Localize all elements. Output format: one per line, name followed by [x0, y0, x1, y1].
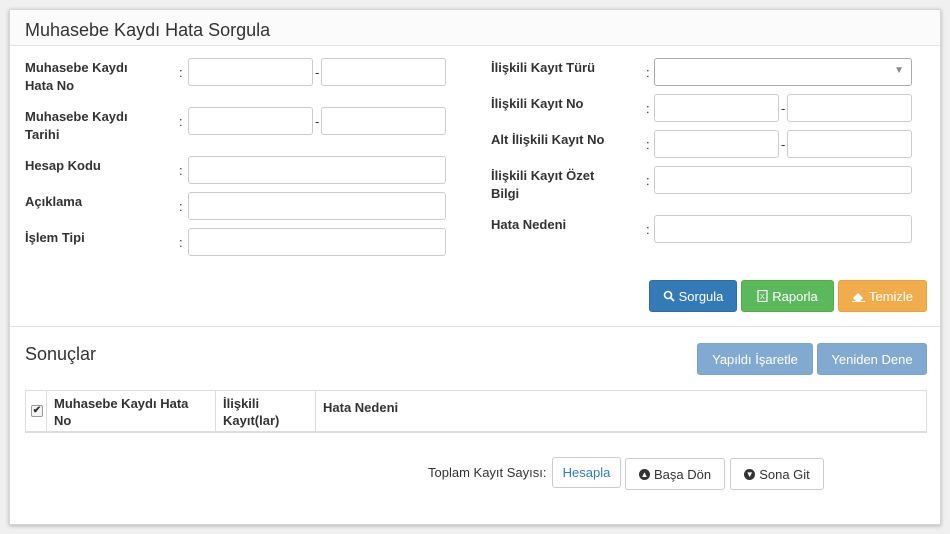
- column-header[interactable]: Muhasebe Kaydı Hata No: [47, 391, 216, 432]
- select-all-checkbox[interactable]: ✔: [31, 405, 43, 417]
- hata-nedeni-label: Hata Nedeni: [491, 217, 567, 232]
- page-title: Muhasebe Kaydı Hata Sorgula: [25, 20, 271, 40]
- hata-no-end-input[interactable]: [321, 58, 446, 86]
- alt-kayit-no-start-input[interactable]: [654, 130, 779, 158]
- panel-header: Muhasebe Kaydı Hata Sorgula: [10, 10, 940, 46]
- first-page-button[interactable]: ▲ Başa Dön: [625, 458, 725, 490]
- kayit-no-label: İlişkili Kayıt No: [491, 96, 584, 111]
- first-page-label: Başa Dön: [653, 466, 712, 482]
- circle-arrow-up-icon: ▲: [638, 468, 650, 480]
- search-icon: [663, 290, 675, 302]
- svg-text:X: X: [760, 294, 765, 301]
- column-header[interactable]: İlişkili Kayıt(lar): [216, 391, 316, 432]
- alt-kayit-no-label: Alt İlişkili Kayıt No: [491, 132, 605, 147]
- select-all-header: ✔: [26, 391, 47, 432]
- column-header[interactable]: Hata Nedeni: [316, 391, 926, 432]
- chevron-down-icon: ▼: [894, 65, 904, 76]
- aciklama-input[interactable]: [188, 192, 446, 220]
- ozet-bilgi-label: İlişkili Kayıt Özet Bilgi: [491, 168, 595, 201]
- tarih-start-input[interactable]: [188, 107, 313, 135]
- calculate-label: Hesapla: [562, 465, 611, 480]
- hata-no-label: Muhasebe Kaydı Hata No: [25, 60, 128, 93]
- mark-done-label: Yapıldı İşaretle: [712, 351, 798, 367]
- retry-label: Yeniden Dene: [831, 351, 913, 367]
- kayit-turu-select[interactable]: ▼: [654, 58, 912, 86]
- excel-file-icon: X: [757, 290, 768, 302]
- retry-button[interactable]: Yeniden Dene: [817, 343, 927, 375]
- aciklama-label: Açıklama: [25, 194, 83, 209]
- sorgula-button[interactable]: Sorgula: [649, 280, 737, 312]
- hesap-kodu-label: Hesap Kodu: [25, 158, 101, 173]
- dash: -: [781, 101, 786, 116]
- islem-tipi-label: İşlem Tipi: [25, 230, 85, 245]
- colon: :: [646, 65, 650, 80]
- mark-done-button[interactable]: Yapıldı İşaretle: [697, 343, 813, 375]
- eraser-icon: [851, 292, 865, 302]
- kayit-no-end-input[interactable]: [787, 94, 912, 122]
- dash: -: [781, 137, 786, 152]
- kayit-no-start-input[interactable]: [654, 94, 779, 122]
- hata-no-start-input[interactable]: [188, 58, 313, 86]
- kayit-turu-label: İlişkili Kayıt Türü: [491, 60, 596, 75]
- section-divider: [10, 326, 940, 327]
- islem-tipi-input[interactable]: [188, 228, 446, 256]
- hata-nedeni-input[interactable]: [654, 215, 912, 243]
- hesap-kodu-input[interactable]: [188, 156, 446, 184]
- dash: -: [315, 65, 320, 80]
- last-page-button[interactable]: ▼ Sona Git: [730, 458, 824, 490]
- total-count-label: Toplam Kayıt Sayısı:: [428, 465, 547, 480]
- ozet-bilgi-input[interactable]: [654, 166, 912, 194]
- calculate-button[interactable]: Hesapla: [552, 457, 621, 488]
- colon: :: [646, 137, 650, 152]
- alt-kayit-no-end-input[interactable]: [787, 130, 912, 158]
- temizle-button[interactable]: Temizle: [838, 280, 927, 312]
- raporla-button[interactable]: X Raporla: [741, 280, 834, 312]
- query-panel: Muhasebe Kaydı Hata Sorgula Muhasebe Kay…: [9, 9, 941, 525]
- dash: -: [315, 114, 320, 129]
- temizle-label: Temizle: [868, 288, 914, 304]
- results-table: ✔ Muhasebe Kaydı Hata No İlişkili Kayıt(…: [25, 390, 927, 433]
- tarih-label: Muhasebe Kaydı Tarihi: [25, 109, 128, 142]
- colon: :: [646, 222, 650, 237]
- colon: :: [179, 163, 183, 178]
- last-page-label: Sona Git: [759, 466, 810, 482]
- colon: :: [179, 199, 183, 214]
- results-title: Sonuçlar: [25, 344, 97, 364]
- colon: :: [179, 65, 183, 80]
- colon: :: [646, 173, 650, 188]
- circle-arrow-down-icon: ▼: [744, 468, 756, 480]
- raporla-label: Raporla: [772, 288, 818, 304]
- colon: :: [179, 114, 183, 129]
- colon: :: [179, 235, 183, 250]
- colon: :: [646, 101, 650, 116]
- tarih-end-input[interactable]: [321, 107, 446, 135]
- sorgula-label: Sorgula: [678, 288, 724, 304]
